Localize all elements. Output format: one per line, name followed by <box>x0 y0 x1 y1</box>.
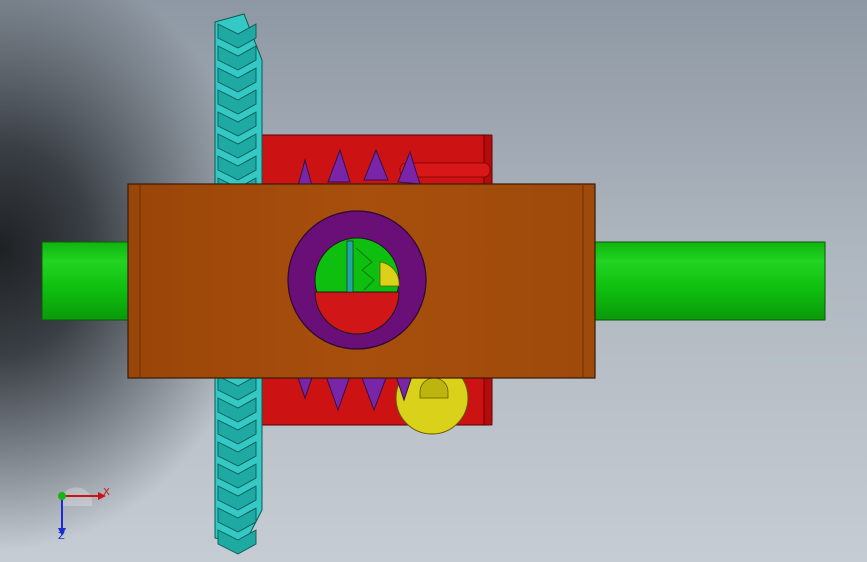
coordinate-triad <box>58 487 106 536</box>
shaft-left[interactable] <box>41 241 133 321</box>
y-axis-dot <box>58 492 66 500</box>
3d-viewport[interactable]: X Z <box>0 0 867 562</box>
shaft-right[interactable] <box>593 241 826 321</box>
axis-z-label: Z <box>58 531 65 542</box>
axis-x-label: X <box>103 487 110 498</box>
ring-hub[interactable] <box>287 210 427 350</box>
